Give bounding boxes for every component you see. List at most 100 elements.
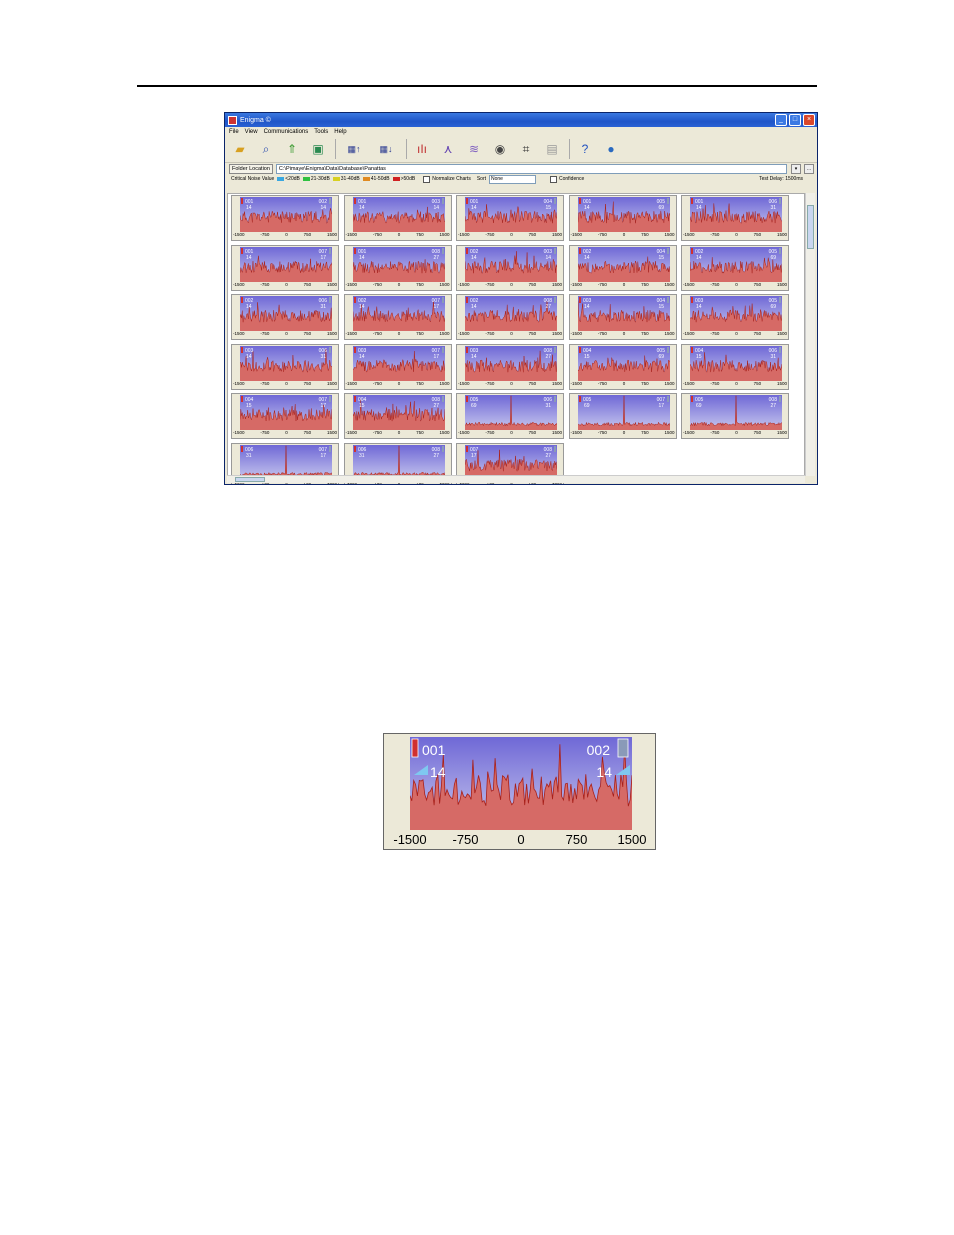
help-icon[interactable]: ?	[576, 140, 594, 158]
left-channel-marker	[353, 198, 356, 204]
normalize-checkbox[interactable]	[423, 175, 431, 183]
axis-tick-label: -750	[485, 380, 495, 386]
print-icon[interactable]: ▤	[543, 140, 561, 158]
left-channel-value: 14	[471, 354, 477, 360]
axis-tick-label: -1500	[458, 331, 470, 336]
horizontal-scrollbar[interactable]	[227, 475, 805, 483]
axis-tick-label: -750	[485, 430, 495, 435]
left-channel-marker	[578, 247, 581, 254]
menu-communications[interactable]: Communications	[264, 129, 309, 135]
folder-location-button[interactable]: Folder Location	[229, 163, 273, 174]
overlay-icon[interactable]: ≋	[465, 140, 483, 158]
mini-chart-panel[interactable]: 002 006 14 31 -1500 -750 0 750 1500	[231, 294, 339, 340]
left-channel-value: 14	[246, 205, 252, 211]
axis-tick-label: -750	[597, 232, 607, 237]
open-folder-icon[interactable]: ▰	[231, 140, 249, 158]
toolbar: ▰ ⌕ ⇑ ▣ ▦↑ ▦↓ ıIı ⋏ ≋ ◉ ⌗ ▤ ? ●	[225, 136, 817, 163]
mini-chart-panel[interactable]: 001 007 14 17 -1500 -750 0 750 1500	[231, 244, 339, 291]
mini-x-axis: -1500 -750 0 750 1500	[683, 282, 787, 290]
mini-chart-panel[interactable]: 005 008 69 27 -1500 -750 0 750 1500	[681, 393, 789, 439]
mini-chart-panel[interactable]: 001 005 14 69 -1500 -750 0 750 1500	[568, 195, 677, 241]
folder-path-input[interactable]: C:\Pimaye\Enigma\Data\Database\Panattas	[275, 163, 787, 174]
mini-x-axis: -1500 -750 0 750 1500	[233, 232, 337, 240]
mini-plot: 001 00414 15	[465, 197, 557, 232]
axis-tick-label: 1500	[439, 380, 450, 386]
right-channel-marker	[617, 738, 629, 758]
menu-tools[interactable]: Tools	[314, 129, 328, 135]
mini-x-axis: -1500 -750 0 750 1500	[346, 232, 450, 240]
mini-chart-panel[interactable]: 001 003 14 14 -1500 -750 0 750 1500	[343, 195, 452, 241]
mini-chart-panel[interactable]: 003 005 14 69 -1500 -750 0 750 1500	[681, 294, 789, 340]
right-channel-marker	[554, 396, 556, 402]
axis-tick-label: -750	[710, 430, 720, 435]
mini-chart-panel[interactable]: 004 005 15 69 -1500 -750 0 750 1500	[568, 343, 677, 390]
mini-chart-panel[interactable]: 004 006 15 31 -1500 -750 0 750 1500	[681, 343, 789, 390]
axis-tick-label: 0	[285, 232, 288, 237]
menu-view[interactable]: View	[245, 129, 258, 135]
menu-file[interactable]: File	[229, 129, 239, 135]
mini-x-axis: -1500 -750 0 750 1500	[571, 381, 675, 389]
sort-select[interactable]: None	[489, 174, 536, 184]
mini-chart-panel[interactable]: 002 008 14 27 -1500 -750 0 750 1500	[456, 294, 564, 340]
mini-chart-panel[interactable]: 001 006 14 31 -1500 -750 0 750 1500	[681, 195, 789, 241]
mini-chart-panel[interactable]: 001 002 14 14 -1500 -750 0 750 1500	[231, 195, 339, 241]
menu-help[interactable]: Help	[334, 129, 346, 135]
spectrum-icon[interactable]: ıIı	[413, 140, 431, 158]
mini-chart-panel[interactable]: 003 004 14 15 -1500 -750 0 750 1500	[568, 294, 677, 340]
axis-tick-label: 750	[641, 430, 649, 435]
maximize-button[interactable]: □	[789, 114, 801, 126]
left-channel-value: 14	[246, 304, 252, 310]
mini-x-axis: -1500 -750 0 750 1500	[233, 430, 337, 438]
minimize-button[interactable]: _	[775, 114, 787, 126]
path-dropdown-icon[interactable]: ▾	[791, 163, 801, 174]
peak-icon[interactable]: ⋏	[439, 140, 457, 158]
axis-tick-label: 1500	[776, 380, 787, 386]
refresh-icon[interactable]: ▣	[309, 140, 327, 158]
target-icon[interactable]: ◉	[491, 140, 509, 158]
right-channel-marker	[779, 396, 781, 402]
globe-icon[interactable]: ●	[602, 140, 620, 158]
axis-tick-label: 750	[641, 380, 649, 386]
left-channel-marker	[241, 297, 243, 303]
mini-chart-panel[interactable]: 002 004 14 15 -1500 -750 0 750 1500	[568, 244, 677, 291]
axis-tick-label: 0	[510, 232, 513, 237]
right-channel-marker	[666, 247, 669, 254]
axis-tick-label: -1500	[233, 380, 245, 386]
axis-tick-label: 0	[285, 331, 288, 336]
axis-tick-label: -750	[710, 380, 720, 386]
mini-x-axis: -1500 -750 0 750 1500	[458, 232, 562, 240]
axis-tick-label: 750	[303, 430, 312, 435]
mini-chart-panel[interactable]: 002 003 14 14 -1500 -750 0 750 1500	[456, 244, 564, 291]
search-icon[interactable]: ⌕	[257, 140, 275, 158]
mini-x-axis: -1500 -750 0 750 1500	[683, 430, 787, 438]
axis-tick-label: -1500	[345, 281, 358, 287]
right-channel-value: 27	[433, 403, 439, 409]
confidence-checkbox[interactable]	[550, 175, 557, 183]
mini-plot: 001 00614 31	[690, 197, 782, 232]
download-up-icon[interactable]: ▦↑	[342, 140, 366, 158]
mini-chart-panel[interactable]: 004 008 15 27 -1500 -750 0 750 1500	[343, 393, 452, 439]
mini-chart-panel[interactable]: 002 007 14 17 -1500 -750 0 750 1500	[343, 294, 452, 340]
mini-chart-panel[interactable]: 003 007 14 17 -1500 -750 0 750 1500	[343, 343, 452, 390]
mini-chart-panel[interactable]: 003 006 14 31 -1500 -750 0 750 1500	[231, 343, 339, 390]
mini-chart-panel[interactable]: 004 007 15 17 -1500 -750 0 750 1500	[231, 393, 339, 439]
mini-chart-panel[interactable]: 002 005 14 69 -1500 -750 0 750 1500	[681, 244, 789, 291]
vertical-scrollbar[interactable]	[805, 193, 815, 476]
mini-chart-panel[interactable]: 001 008 14 27 -1500 -750 0 750 1500	[343, 244, 452, 291]
mini-chart-panel[interactable]: 001 004 14 15 -1500 -750 0 750 1500	[456, 195, 564, 241]
mini-x-axis: -1500 -750 0 750 1500	[233, 331, 337, 339]
mini-chart-panel[interactable]: 003 008 14 27 -1500 -750 0 750 1500	[456, 343, 564, 390]
browse-icon[interactable]: …	[804, 163, 814, 174]
axis-tick-label: 0	[285, 430, 288, 435]
right-channel-value: 27	[433, 453, 439, 459]
mini-x-axis: -1500 -750 0 750 1500	[458, 331, 562, 339]
axis-tick-label: 1500	[326, 331, 337, 336]
mini-plot: 003 00414 15	[577, 296, 670, 331]
download-down-icon[interactable]: ▦↓	[374, 140, 398, 158]
right-channel-value: 31	[770, 354, 776, 360]
mini-chart-panel[interactable]: 005 007 69 17 -1500 -750 0 750 1500	[568, 393, 677, 439]
upload-icon[interactable]: ⇑	[283, 140, 301, 158]
mini-chart-panel[interactable]: 005 006 69 31 -1500 -750 0 750 1500	[456, 393, 564, 439]
close-button[interactable]: ×	[803, 114, 815, 126]
settings-icon[interactable]: ⌗	[517, 140, 535, 158]
